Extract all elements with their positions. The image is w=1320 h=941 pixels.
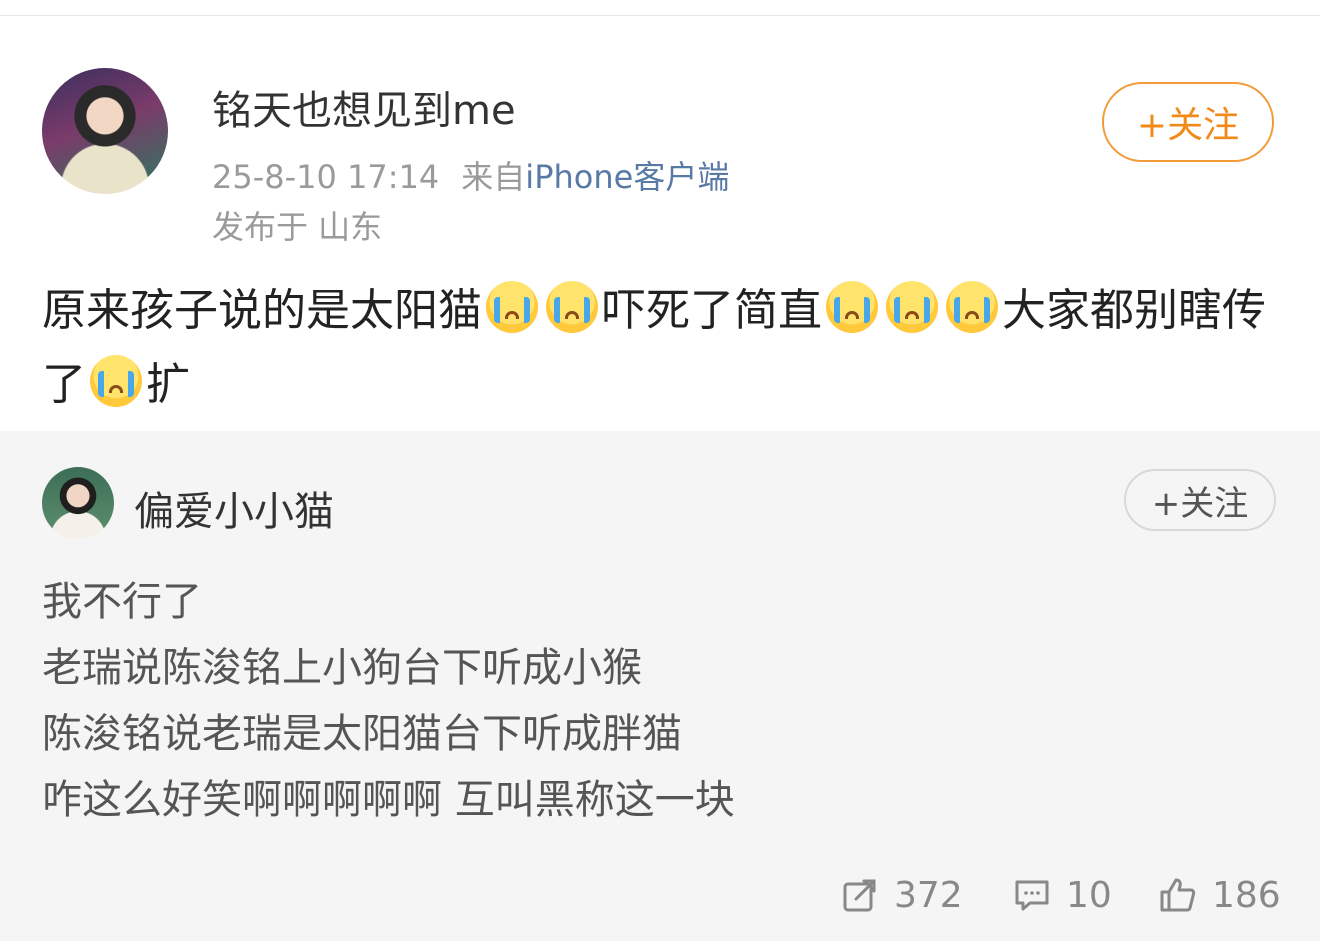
avatar[interactable] — [42, 68, 168, 194]
repost-username[interactable]: 偏爱小小猫 — [134, 479, 334, 537]
post-text-segment: 原来孩子说的是太阳猫 — [42, 285, 482, 336]
crying-face-emoji-icon — [90, 355, 142, 407]
crying-face-emoji-icon — [486, 281, 538, 333]
like-icon — [1160, 878, 1196, 912]
comment-icon — [1015, 880, 1049, 911]
repost-count: 372 — [894, 874, 963, 916]
repost-avatar[interactable] — [42, 467, 114, 539]
post-username[interactable]: 铭天也想见到me — [212, 78, 516, 136]
repost-line: 老瑞说陈浚铭上小狗台下听成小猴 — [42, 645, 642, 691]
post-from-label: 来自 — [461, 158, 526, 196]
comment-count: 10 — [1066, 874, 1112, 916]
post-source[interactable]: iPhone客户端 — [525, 158, 729, 196]
post-meta: 25-8-10 17:14 来自iPhone客户端 — [212, 152, 729, 198]
repost-icon — [843, 879, 876, 912]
post-timestamp: 25-8-10 17:14 — [212, 158, 440, 196]
crying-face-emoji-icon — [826, 281, 878, 333]
repost-follow-button[interactable]: +关注 — [1124, 469, 1276, 531]
post-location: 发布于 山东 — [212, 208, 383, 246]
repost-text: 我不行了 老瑞说陈浚铭上小狗台下听成小猴 陈浚铭说老瑞是太阳猫台下听成胖猫 咋这… — [42, 569, 735, 833]
repost-line: 陈浚铭说老瑞是太阳猫台下听成胖猫 — [42, 711, 682, 757]
comment-button[interactable]: 10 — [1012, 871, 1112, 919]
crying-face-emoji-icon — [886, 281, 938, 333]
like-count: 186 — [1212, 874, 1281, 916]
follow-button[interactable]: +关注 — [1102, 82, 1274, 162]
post-content: 原来孩子说的是太阳猫 吓死了简直 大家都别瞎传了扩 — [42, 274, 1292, 422]
weibo-post: 铭天也想见到me 25-8-10 17:14 来自iPhone客户端 发布于 山东… — [0, 16, 1320, 431]
repost-button[interactable]: 372 — [840, 871, 963, 919]
repost-line: 我不行了 — [42, 579, 202, 625]
post-text-segment: 吓死了简直 — [602, 285, 822, 336]
post-text-segment: 扩 — [146, 359, 190, 410]
repost-line: 咋这么好笑啊啊啊啊啊 互叫黑称这一块 — [42, 777, 735, 823]
reposted-content[interactable]: 偏爱小小猫 +关注 我不行了 老瑞说陈浚铭上小狗台下听成小猴 陈浚铭说老瑞是太阳… — [0, 431, 1320, 941]
crying-face-emoji-icon — [546, 281, 598, 333]
like-button[interactable]: 186 — [1158, 871, 1281, 919]
crying-face-emoji-icon — [946, 281, 998, 333]
action-bar: 372 10 186 — [0, 871, 1320, 919]
